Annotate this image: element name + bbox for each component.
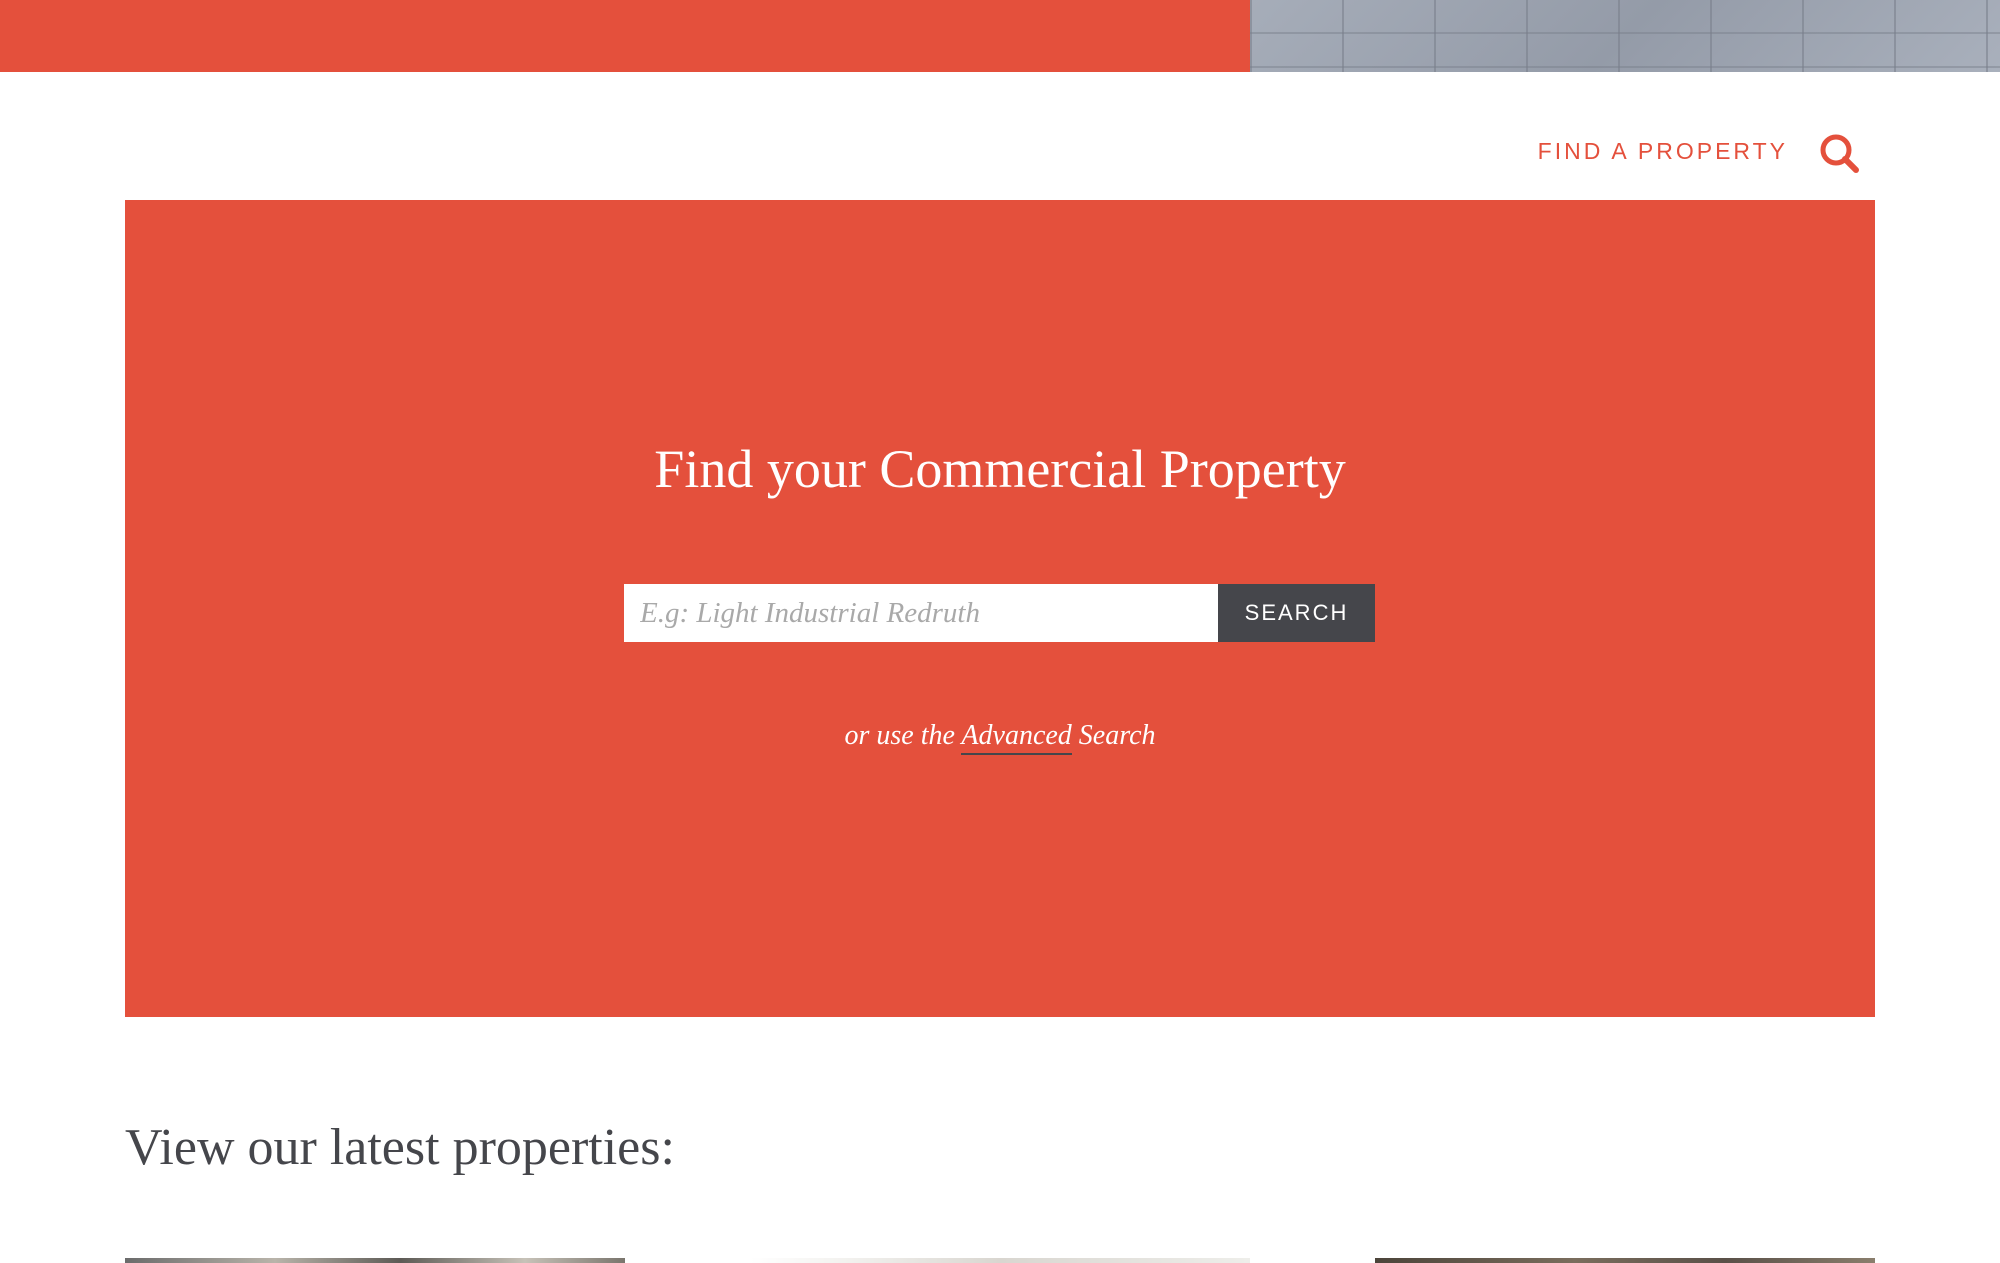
advanced-search-link[interactable]: Advanced bbox=[961, 720, 1072, 755]
property-card-image[interactable] bbox=[1375, 1258, 1875, 1263]
advanced-search-line: or use the Advanced Search bbox=[125, 720, 1875, 755]
property-search-form: SEARCH bbox=[624, 584, 1375, 642]
hero-title: Find your Commercial Property bbox=[654, 439, 1346, 499]
hero-search-panel: Find your Commercial Property SEARCH or … bbox=[125, 200, 1875, 1017]
top-banner-photo bbox=[1250, 0, 2000, 72]
search-icon[interactable] bbox=[1818, 132, 1860, 174]
property-card-image[interactable] bbox=[750, 1258, 1250, 1263]
advanced-search-suffix: Search bbox=[1078, 720, 1156, 751]
latest-properties-heading: View our latest properties: bbox=[125, 1119, 675, 1176]
top-banner bbox=[0, 0, 2000, 72]
property-card-image[interactable] bbox=[125, 1258, 625, 1263]
advanced-search-prefix: or use the bbox=[844, 720, 955, 751]
search-button[interactable]: SEARCH bbox=[1218, 584, 1375, 642]
top-banner-red-panel bbox=[0, 0, 1250, 72]
property-search-input[interactable] bbox=[624, 584, 1218, 642]
nav-find-a-property-link[interactable]: FIND A PROPERTY bbox=[1538, 138, 1788, 165]
